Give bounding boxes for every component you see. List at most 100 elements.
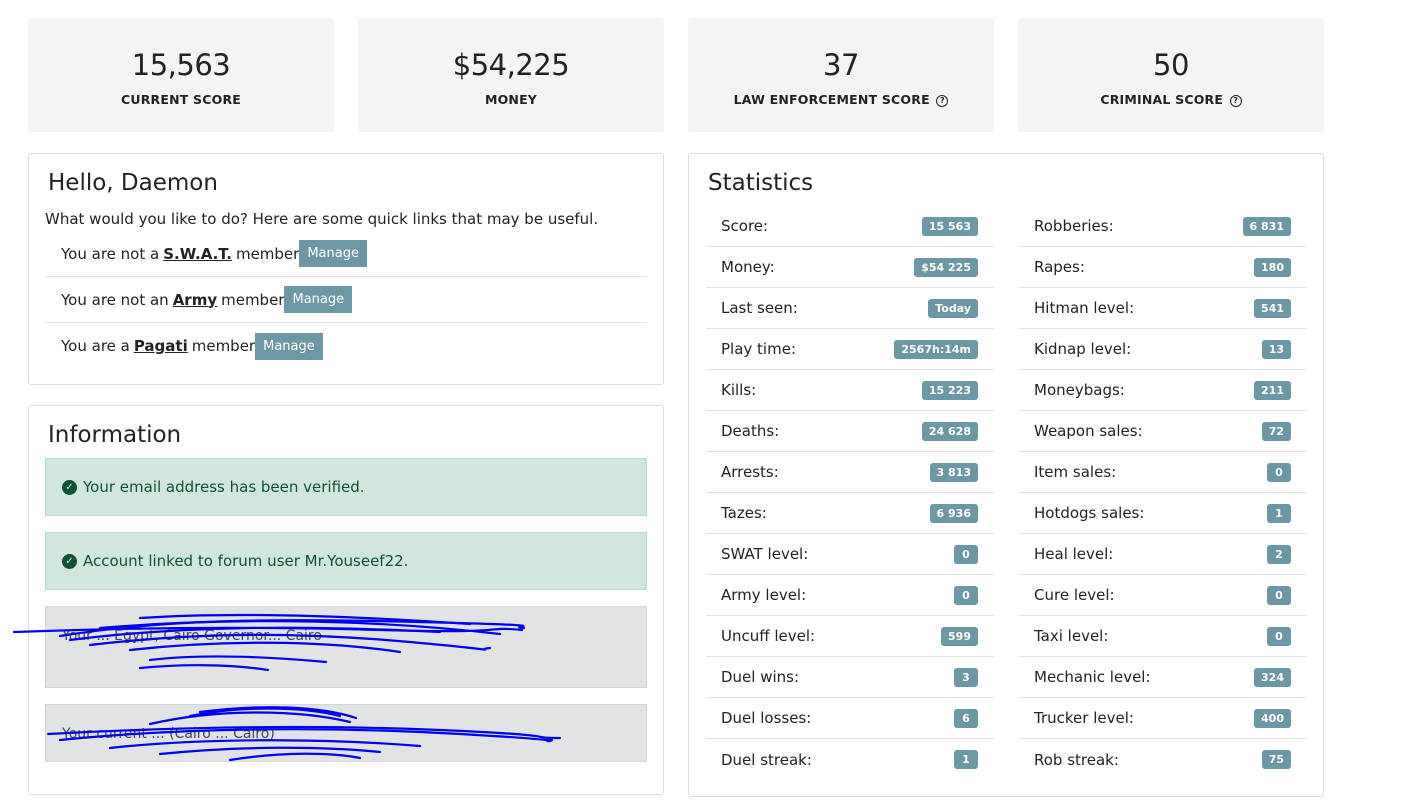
stat-row: Score: 15 563 (706, 206, 994, 247)
statistics-title: Statistics (708, 170, 814, 196)
stat-value-badge: Today (928, 298, 978, 318)
hello-panel: Hello, Daemon What would you like to do?… (28, 153, 664, 385)
stat-value-badge: 1 (954, 750, 978, 769)
stat-value-badge: 324 (1254, 667, 1291, 687)
stat-row: Army level: 0 (706, 575, 994, 616)
stat-row: Duel losses: 6 (706, 698, 994, 739)
help-icon[interactable]: ? (936, 95, 949, 107)
information-title: Information (48, 422, 182, 448)
stat-row: Rob streak: 75 (1019, 739, 1307, 780)
information-panel: Information ✓ Your email address has bee… (28, 405, 664, 795)
score-value: 15,563 (131, 48, 231, 82)
stat-row: Hitman level: 541 (1019, 288, 1307, 329)
stat-row: Trucker level: 400 (1019, 698, 1307, 739)
quick-link-army: You are not an Army member Manage (45, 277, 647, 323)
army-link[interactable]: Army (173, 291, 217, 309)
email-verified-alert: ✓ Your email address has been verified. (45, 458, 647, 516)
stat-label: Cure level: (1034, 586, 1115, 604)
stat-value-badge: 0 (1267, 585, 1291, 605)
stat-value-badge: 24 628 (921, 421, 978, 441)
stat-label: Item sales: (1034, 463, 1117, 481)
manage-pagati-button[interactable]: Manage (255, 332, 323, 360)
statistics-panel: Statistics Score: 15 563 Money: $54 225 Last… (688, 153, 1324, 797)
manage-army-button[interactable]: Manage (284, 286, 353, 313)
hello-title: Hello, Daemon (48, 170, 218, 196)
stat-label: Tazes: (721, 504, 767, 522)
stat-value-badge: 400 (1254, 708, 1291, 728)
score-card-money: $54,225 MONEY (358, 18, 664, 132)
stat-value-badge: 13 (1261, 339, 1291, 359)
location-note: Your ... Egypt, Cairo Governor... Cairo (45, 606, 647, 688)
stat-value-badge: 541 (1254, 298, 1291, 318)
stat-label: Robberies: (1034, 217, 1114, 235)
current-location-note: Your current ... (Cairo ... Cairo) (45, 704, 647, 762)
stat-row: Tazes: 6 936 (706, 493, 994, 534)
stat-value-badge: 6 (954, 708, 978, 728)
stat-label: Uncuff level: (721, 627, 816, 645)
stat-label: Kills: (721, 381, 757, 399)
stat-value-badge: 3 (954, 667, 978, 687)
help-icon[interactable]: ? (1229, 95, 1242, 107)
stat-row: Duel wins: 3 (706, 657, 994, 698)
stat-value-badge: 211 (1254, 380, 1291, 400)
stat-label: SWAT level: (721, 545, 809, 563)
stat-label: Hotdogs sales: (1034, 504, 1145, 522)
stat-label: Rob streak: (1034, 750, 1119, 769)
stat-label: Hitman level: (1034, 299, 1135, 317)
stat-row: Weapon sales: 72 (1019, 411, 1307, 452)
stat-row: Kidnap level: 13 (1019, 329, 1307, 370)
stat-row: Mechanic level: 324 (1019, 657, 1307, 698)
score-label: CURRENT SCORE (120, 92, 242, 107)
score-value: 50 (1153, 48, 1189, 82)
stat-value-badge: 3 813 (929, 462, 978, 482)
stat-label: Kidnap level: (1034, 340, 1132, 358)
stat-row: Taxi level: 0 (1019, 616, 1307, 657)
score-value: $54,225 (452, 48, 570, 82)
stat-value-badge: $54 225 (914, 257, 978, 277)
forum-linked-alert: ✓ Account linked to forum user Mr.Yousee… (45, 532, 647, 590)
stat-label: Last seen: (721, 299, 798, 317)
score-label: CRIMINAL SCORE ? (1018, 92, 1324, 107)
score-card-current: 15,563 CURRENT SCORE (28, 18, 334, 132)
stat-row: Kills: 15 223 (706, 370, 994, 411)
stat-label: Rapes: (1034, 258, 1085, 276)
stat-label: Duel streak: (721, 750, 812, 769)
stat-label: Moneybags: (1034, 381, 1125, 399)
score-label: LAW ENFORCEMENT SCORE ? (688, 92, 994, 107)
stat-row: Money: $54 225 (706, 247, 994, 288)
score-value: 37 (823, 48, 859, 82)
stat-row: Deaths: 24 628 (706, 411, 994, 452)
stat-label: Play time: (721, 340, 796, 358)
stat-value-badge: 6 831 (1242, 216, 1291, 236)
stat-label: Money: (721, 258, 775, 276)
check-circle-icon: ✓ (62, 479, 77, 495)
quick-link-swat: You are not a S.W.A.T. member Manage (45, 231, 647, 277)
stat-value-badge: 180 (1254, 257, 1291, 277)
manage-swat-button[interactable]: Manage (299, 240, 367, 267)
stat-label: Taxi level: (1034, 627, 1109, 645)
stat-row: Duel streak: 1 (706, 739, 994, 780)
stat-label: Arrests: (721, 463, 779, 481)
stat-label: Duel losses: (721, 709, 812, 727)
stat-label: Mechanic level: (1034, 668, 1151, 686)
stat-value-badge: 72 (1261, 421, 1291, 441)
stat-label: Heal level: (1034, 545, 1114, 563)
score-label: MONEY (484, 92, 538, 107)
stat-row: Cure level: 0 (1019, 575, 1307, 616)
stat-row: Uncuff level: 599 (706, 616, 994, 657)
stat-row: Last seen: Today (706, 288, 994, 329)
score-card-law-enforcement: 37 LAW ENFORCEMENT SCORE ? (688, 18, 994, 132)
stat-label: Duel wins: (721, 668, 800, 686)
stat-row: Play time: 2567h:14m (706, 329, 994, 370)
swat-link[interactable]: S.W.A.T. (163, 245, 232, 263)
stat-value-badge: 0 (954, 544, 978, 564)
stat-value-badge: 1 (1267, 503, 1291, 523)
stat-row: Rapes: 180 (1019, 247, 1307, 288)
stat-row: SWAT level: 0 (706, 534, 994, 575)
stat-value-badge: 2567h:14m (894, 339, 978, 359)
stat-row: Hotdogs sales: 1 (1019, 493, 1307, 534)
pagati-link[interactable]: Pagati (134, 337, 188, 355)
stat-row: Robberies: 6 831 (1019, 206, 1307, 247)
hello-subtitle: What would you like to do? Here are some… (45, 210, 599, 228)
stat-row: Moneybags: 211 (1019, 370, 1307, 411)
